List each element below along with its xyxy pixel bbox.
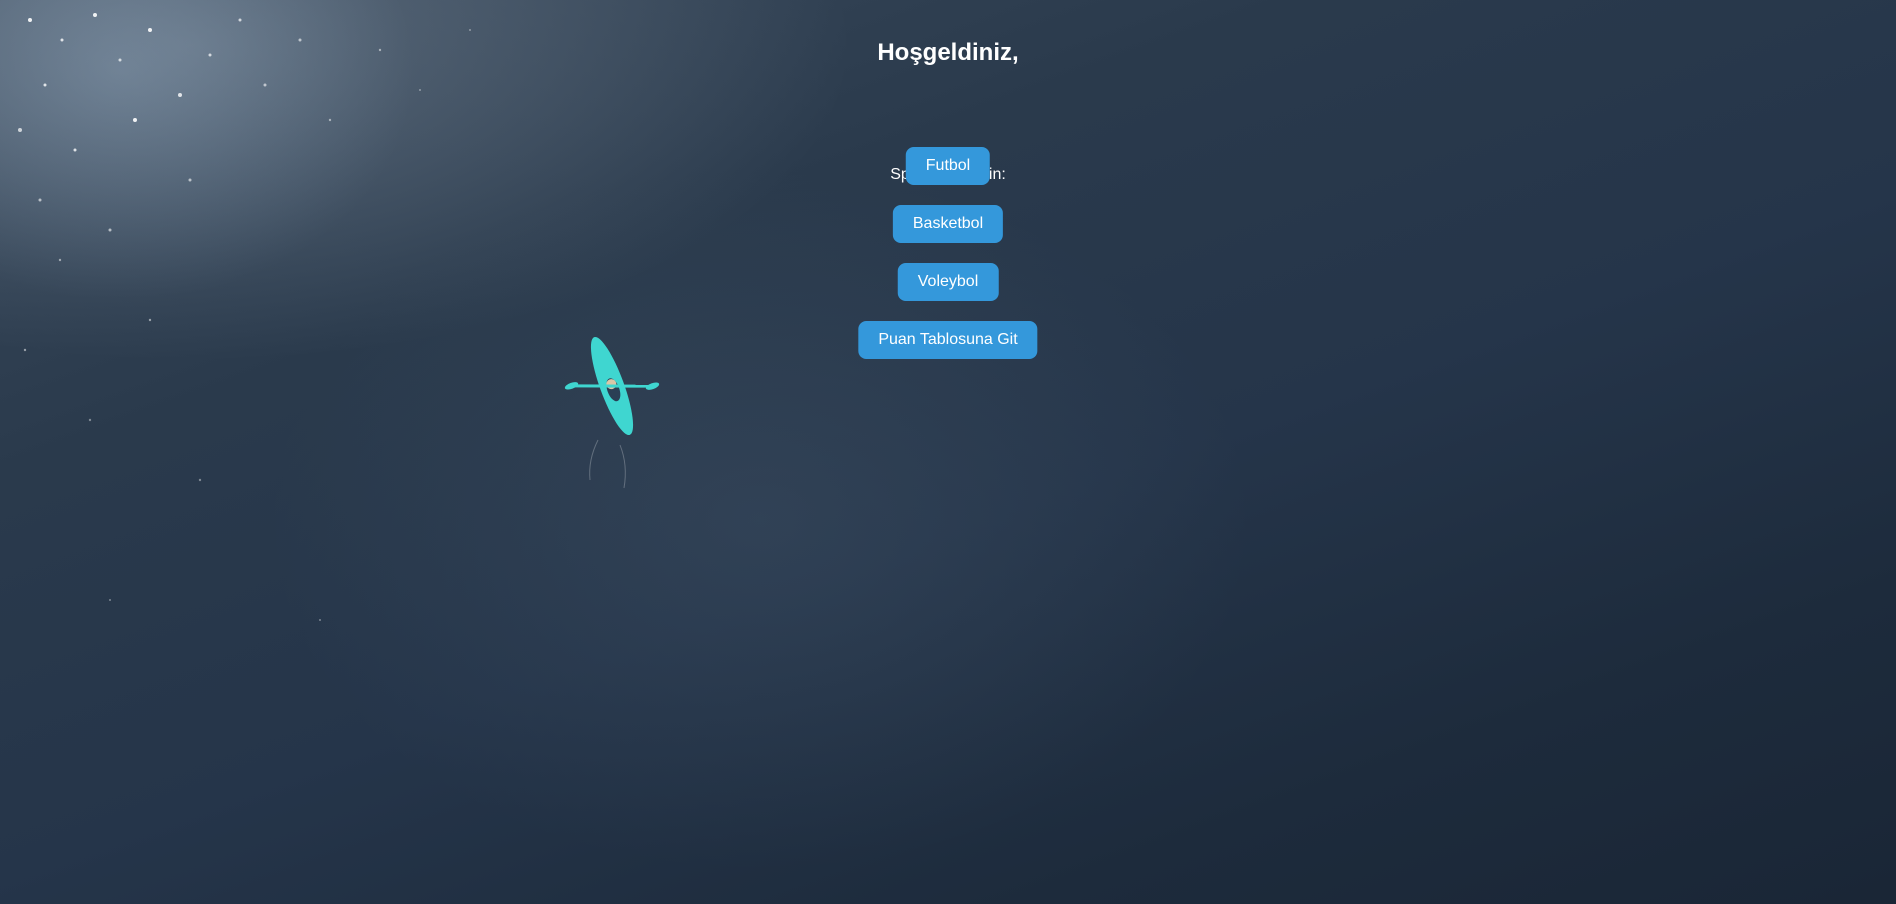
welcome-panel: Hoşgeldiniz, Spor Dalı Seçin: Futbol Bas… [0, 0, 1896, 359]
basketbol-button[interactable]: Basketbol [892, 205, 1004, 243]
ocean-background-image [0, 0, 1896, 904]
welcome-title: Hoşgeldiniz, [877, 39, 1019, 66]
futbol-button[interactable]: Futbol [905, 147, 991, 185]
voleybol-button[interactable]: Voleybol [897, 263, 999, 301]
standings-button[interactable]: Puan Tablosuna Git [858, 321, 1038, 359]
